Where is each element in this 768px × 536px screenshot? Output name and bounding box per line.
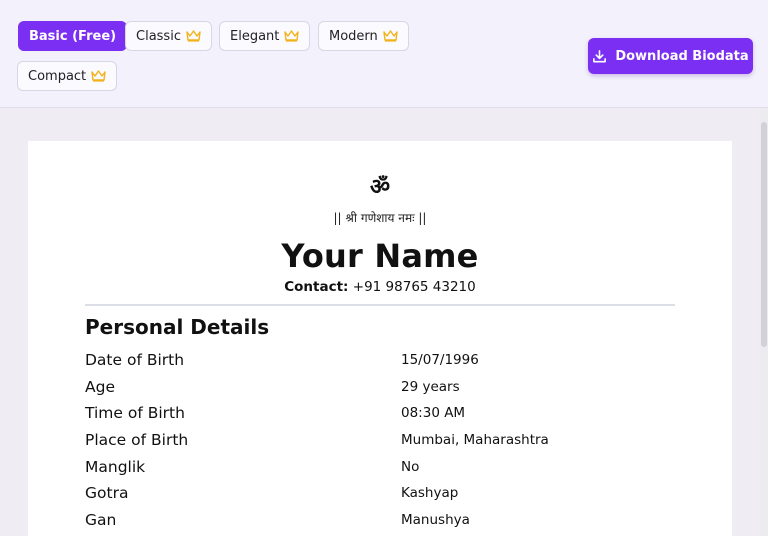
template-label: Basic (Free) (29, 28, 117, 44)
contact-value: +91 98765 43210 (352, 279, 476, 295)
template-label: Elegant (230, 28, 280, 44)
ganesh-mantra: || श्री गणेशाय नमः || (333, 211, 427, 225)
download-biodata-button[interactable]: Download Biodata (588, 38, 753, 74)
detail-value: Mumbai, Maharashtra (401, 432, 549, 448)
template-label: Compact (28, 68, 87, 84)
detail-value: 29 years (401, 379, 460, 395)
detail-row: Gotra Kashyap (85, 484, 685, 508)
detail-row: Age 29 years (85, 378, 685, 402)
detail-label: Age (85, 378, 115, 396)
scrollbar-thumb[interactable] (761, 122, 767, 347)
download-label: Download Biodata (615, 48, 749, 64)
template-label: Modern (329, 28, 378, 44)
detail-row: Date of Birth 15/07/1996 (85, 351, 685, 375)
detail-row: Time of Birth 08:30 AM (85, 404, 685, 428)
template-toolbar: Basic (Free) Classic Elegant Modern Comp… (0, 0, 768, 108)
section-title: Personal Details (85, 315, 270, 339)
detail-row: Place of Birth Mumbai, Maharashtra (85, 431, 685, 455)
biodata-name: Your Name (281, 237, 479, 275)
detail-label: Date of Birth (85, 351, 185, 369)
crown-icon (284, 30, 300, 42)
om-symbol: ॐ (369, 175, 391, 200)
detail-value: 08:30 AM (401, 405, 466, 421)
crown-icon (91, 70, 106, 82)
template-elegant-button[interactable]: Elegant (219, 21, 311, 51)
detail-value: No (401, 459, 420, 475)
contact-line: Contact: +91 98765 43210 (28, 279, 732, 295)
detail-row: Manglik No (85, 458, 685, 482)
detail-value: Manushya (401, 512, 470, 528)
detail-label: Gan (85, 511, 117, 529)
template-label: Classic (136, 28, 181, 44)
template-modern-button[interactable]: Modern (318, 21, 409, 51)
download-icon (593, 49, 607, 62)
detail-label: Gotra (85, 484, 129, 502)
template-compact-button[interactable]: Compact (17, 61, 118, 91)
divider (85, 304, 675, 306)
detail-label: Manglik (85, 458, 146, 476)
contact-label: Contact: (284, 279, 349, 295)
template-classic-button[interactable]: Classic (125, 21, 212, 51)
crown-icon (383, 30, 398, 42)
detail-label: Time of Birth (85, 404, 185, 422)
detail-label: Place of Birth (85, 431, 189, 449)
biodata-page: ॐ || श्री गणेशाय नमः || Your Name Contac… (28, 141, 732, 536)
detail-value: Kashyap (401, 485, 459, 501)
template-basic-button[interactable]: Basic (Free) (18, 21, 128, 51)
detail-value: 15/07/1996 (401, 352, 479, 368)
detail-row: Gan Manushya (85, 511, 685, 535)
preview-scroll-area[interactable]: ॐ || श्री गणेशाय नमः || Your Name Contac… (0, 109, 768, 536)
crown-icon (186, 30, 201, 42)
